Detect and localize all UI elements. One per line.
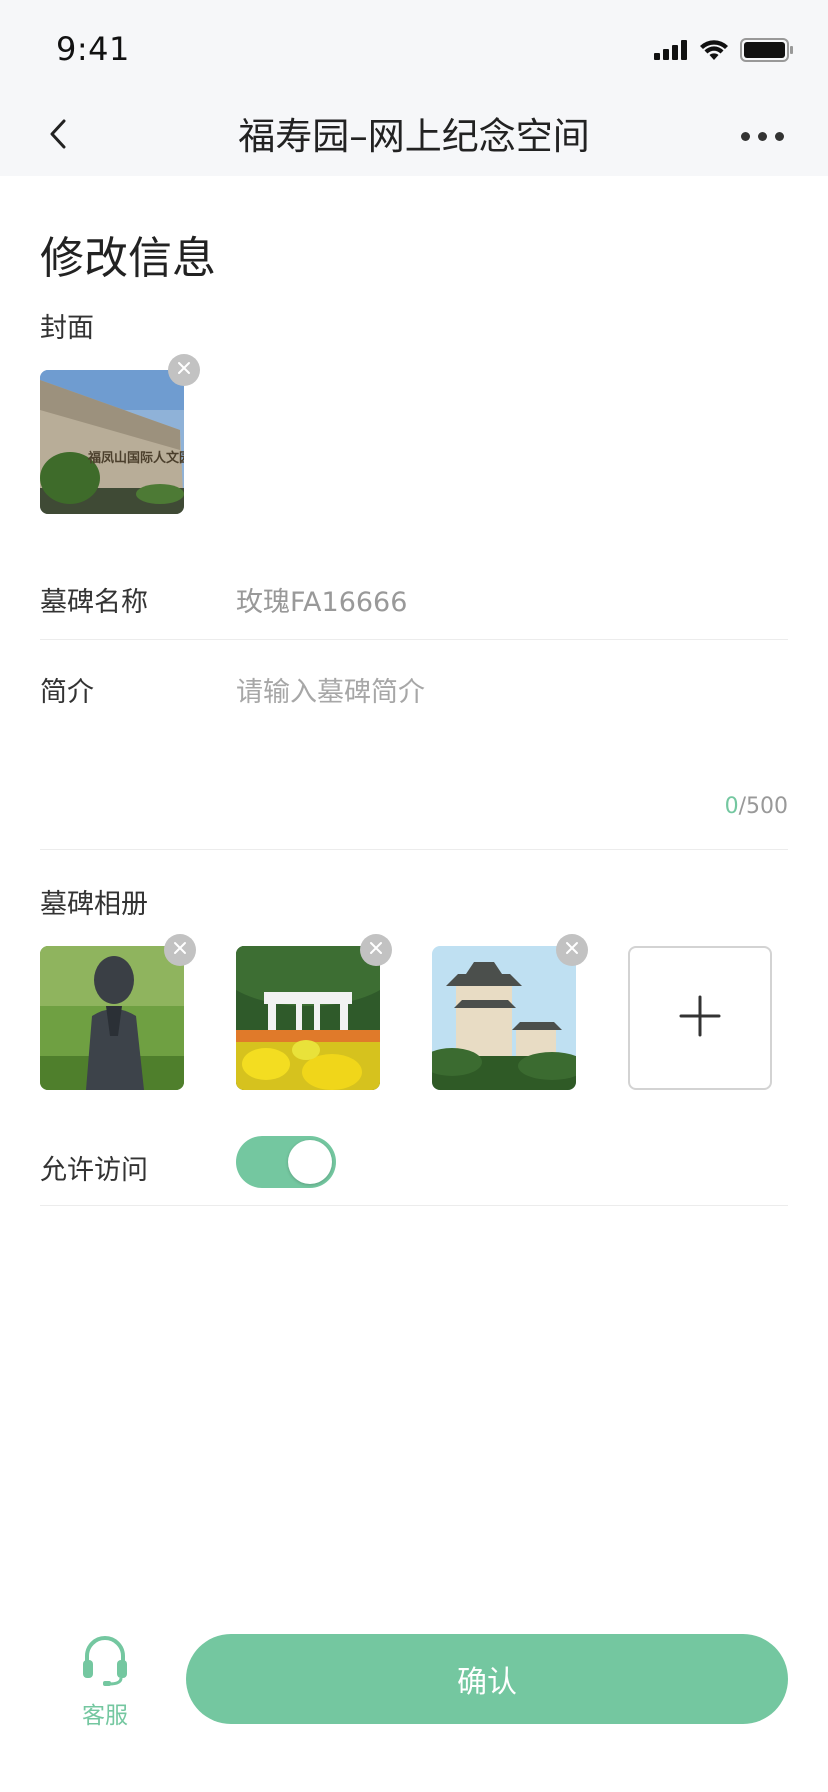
close-icon — [172, 940, 188, 960]
intro-label: 简介 — [40, 677, 94, 708]
confirm-button[interactable]: 确认 — [186, 1634, 788, 1724]
more-button[interactable] — [732, 112, 792, 160]
album-label: 墓碑相册 — [40, 889, 148, 920]
name-row: 墓碑名称 玫瑰FA16666 — [40, 548, 788, 640]
cover-image[interactable]: 福凤山国际人文园 — [40, 370, 184, 514]
access-toggle[interactable] — [236, 1136, 336, 1188]
album-photo[interactable] — [236, 946, 380, 1090]
remove-photo-button[interactable] — [360, 934, 392, 966]
more-dot-icon — [740, 131, 750, 141]
close-icon — [176, 360, 192, 380]
status-bar: 9:41 — [0, 0, 828, 96]
headset-icon — [81, 1636, 129, 1690]
navbar: 福寿园–网上纪念空间 — [0, 96, 828, 176]
nav-title: 福寿园–网上纪念空间 — [238, 115, 590, 158]
add-photo-button[interactable] — [628, 946, 772, 1090]
intro-max: /500 — [738, 794, 788, 819]
status-time: 9:41 — [56, 30, 130, 68]
intro-count: 0 — [724, 794, 739, 819]
cover-caption-text: 福凤山国际人文园 — [87, 450, 184, 466]
name-input[interactable]: 玫瑰FA16666 — [236, 580, 776, 619]
intro-input[interactable]: 请输入墓碑简介 — [236, 670, 776, 709]
cellular-signal-icon — [654, 40, 688, 64]
name-label: 墓碑名称 — [40, 587, 148, 618]
remove-photo-button[interactable] — [556, 934, 588, 966]
intro-row: 简介 请输入墓碑简介 0/500 — [40, 640, 788, 850]
album-photo[interactable] — [432, 946, 576, 1090]
close-icon — [368, 940, 384, 960]
intro-counter: 0/500 — [725, 794, 788, 819]
status-icons — [654, 38, 794, 66]
more-dot-icon — [774, 131, 784, 141]
album-photo[interactable] — [40, 946, 184, 1090]
close-icon — [564, 940, 580, 960]
remove-photo-button[interactable] — [164, 934, 196, 966]
toggle-knob — [288, 1140, 332, 1184]
wifi-icon — [700, 40, 728, 64]
customer-service-label: 客服 — [82, 1703, 128, 1729]
access-label: 允许访问 — [40, 1155, 148, 1186]
plus-icon — [679, 995, 721, 1041]
battery-icon — [740, 38, 794, 66]
top-area: 9:41 福寿园–网上纪念空间 — [0, 0, 828, 176]
more-dot-icon — [757, 131, 767, 141]
page-title: 修改信息 — [40, 233, 216, 284]
customer-service-button[interactable]: 客服 — [70, 1634, 140, 1730]
cover-label: 封面 — [40, 313, 94, 344]
remove-cover-button[interactable] — [168, 354, 200, 386]
access-row: 允许访问 — [40, 1118, 788, 1206]
